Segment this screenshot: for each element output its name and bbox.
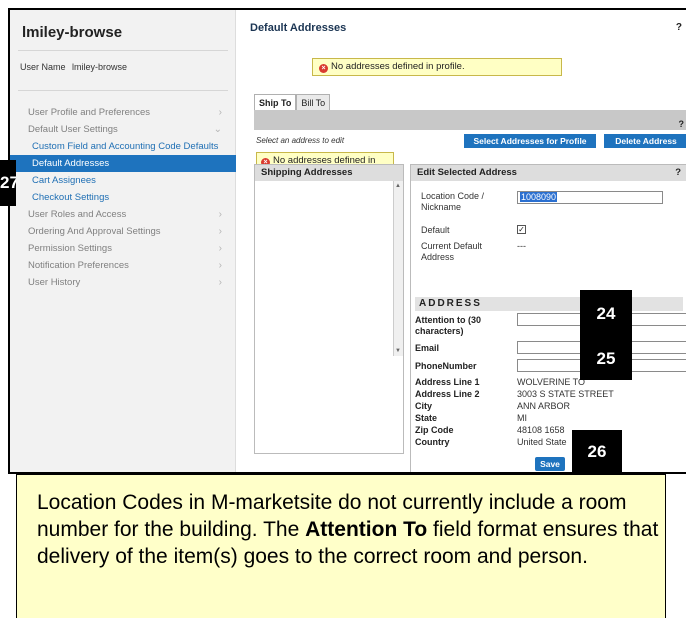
address-line1-value: WOLVERINE TO <box>517 377 586 387</box>
shipping-addresses-panel: Shipping Addresses ▲ ▼ <box>254 164 404 454</box>
chevron-right-icon: › <box>218 260 222 271</box>
scroll-down-icon[interactable]: ▼ <box>395 348 401 354</box>
step-marker-27: 27 <box>0 160 16 206</box>
sidebar-item-label: User Profile and Preferences <box>28 107 150 118</box>
state-value: MI <box>517 413 527 423</box>
chevron-down-icon: ⌄ <box>213 124 222 135</box>
app-window: lmiley-browse User Name lmiley-browse Us… <box>8 8 686 474</box>
sidebar-item-checkout-settings[interactable]: Checkout Settings <box>10 189 236 206</box>
sidebar-item-label: Default Addresses <box>32 158 110 169</box>
save-button[interactable]: Save <box>535 457 565 471</box>
address-section-heading: ADDRESS <box>415 297 683 311</box>
tab-toolbar: ? <box>254 110 686 130</box>
user-name-value: lmiley-browse <box>72 62 128 72</box>
chevron-right-icon: › <box>218 277 222 288</box>
location-code-label: Location Code / Nickname <box>421 191 485 212</box>
select-hint: Select an address to edit <box>256 136 345 145</box>
default-label: Default <box>421 225 450 235</box>
callout-bold-text: Attention To <box>305 518 428 541</box>
sidebar-item-custom-field-defaults[interactable]: Custom Field and Accounting Code Default… <box>10 138 236 155</box>
sidebar-item-label: User History <box>28 277 81 288</box>
sidebar-item-default-addresses[interactable]: Default Addresses <box>10 155 236 172</box>
edit-address-header: Edit Selected Address ? <box>411 165 686 181</box>
chevron-right-icon: › <box>218 107 222 118</box>
sidebar-item-cart-assignees[interactable]: Cart Assignees <box>10 172 236 189</box>
page-title: Default Addresses <box>250 22 347 34</box>
address-line1-label: Address Line 1 <box>415 377 480 387</box>
sidebar-title: lmiley-browse <box>22 24 123 41</box>
city-value: ANN ARBOR <box>517 401 571 411</box>
chevron-right-icon: › <box>218 226 222 237</box>
country-value: United State <box>517 437 567 447</box>
error-icon: × <box>319 64 328 73</box>
step-marker-26: 26 <box>572 430 622 472</box>
help-icon[interactable]: ? <box>675 165 681 181</box>
location-code-field[interactable]: 1008090 <box>517 191 663 204</box>
sidebar-item-label: User Roles and Access <box>28 209 127 220</box>
phone-label: PhoneNumber <box>415 361 477 371</box>
zip-label: Zip Code <box>415 425 454 435</box>
tab-bill-to[interactable]: Bill To <box>296 94 331 111</box>
address-line2-value: 3003 S STATE STREET <box>517 389 614 399</box>
country-label: Country <box>415 437 450 447</box>
location-code-value: 1008090 <box>520 192 558 202</box>
edit-address-panel: Edit Selected Address ? Location Code / … <box>410 164 686 472</box>
list-scrollbar[interactable]: ▲ ▼ <box>393 181 403 356</box>
sidebar-item-default-user-settings[interactable]: Default User Settings ⌄ <box>10 121 236 138</box>
sidebar-item-label: Permission Settings <box>28 243 112 254</box>
sidebar-item-ordering-approval[interactable]: Ordering And Approval Settings › <box>10 223 236 240</box>
attention-label: Attention to (30 characters) <box>415 315 481 336</box>
message-text: No addresses defined in profile. <box>331 61 465 72</box>
zip-value: 48108 1658 <box>517 425 565 435</box>
main-panel: Default Addresses ? × No addresses define… <box>242 10 686 472</box>
help-icon[interactable]: ? <box>676 22 682 33</box>
sidebar-item-notification-preferences[interactable]: Notification Preferences › <box>10 257 236 274</box>
instruction-callout: Location Codes in M-marketsite do not cu… <box>16 474 666 618</box>
current-default-label: Current Default Address <box>421 241 483 262</box>
current-default-value: --- <box>517 241 526 251</box>
user-name-row: User Name lmiley-browse <box>20 62 127 72</box>
shipping-addresses-header: Shipping Addresses <box>255 165 403 181</box>
sidebar-item-label: Checkout Settings <box>32 192 110 203</box>
help-icon[interactable]: ? <box>679 119 685 129</box>
city-label: City <box>415 401 433 411</box>
sidebar-item-user-profile[interactable]: User Profile and Preferences › <box>10 104 236 121</box>
divider <box>18 50 228 51</box>
delete-address-button[interactable]: Delete Address <box>604 134 686 148</box>
edit-address-title: Edit Selected Address <box>417 167 517 178</box>
select-addresses-button[interactable]: Select Addresses for Profile <box>464 134 596 148</box>
sidebar-item-user-roles[interactable]: User Roles and Access › <box>10 206 236 223</box>
sidebar-nav: User Profile and Preferences › Default U… <box>10 104 236 291</box>
email-label: Email <box>415 343 440 353</box>
sidebar-item-permission-settings[interactable]: Permission Settings › <box>10 240 236 257</box>
sidebar-item-label: Notification Preferences <box>28 260 129 271</box>
tab-ship-to[interactable]: Ship To <box>254 94 297 111</box>
divider <box>18 90 228 91</box>
state-label: State <box>415 413 438 423</box>
step-marker-24: 24 <box>580 290 632 338</box>
no-address-message: × No addresses defined in profile. <box>312 58 562 76</box>
sidebar: lmiley-browse User Name lmiley-browse Us… <box>10 10 236 472</box>
default-checkbox[interactable]: ✓ <box>517 225 526 234</box>
scroll-up-icon[interactable]: ▲ <box>395 183 401 189</box>
sidebar-item-user-history[interactable]: User History › <box>10 274 236 291</box>
chevron-right-icon: › <box>218 243 222 254</box>
sidebar-item-label: Ordering And Approval Settings <box>28 226 161 237</box>
step-marker-25: 25 <box>580 338 632 380</box>
address-line2-label: Address Line 2 <box>415 389 480 399</box>
chevron-right-icon: › <box>218 209 222 220</box>
sidebar-item-label: Default User Settings <box>28 124 118 135</box>
user-name-label: User Name <box>20 62 66 72</box>
sidebar-item-label: Cart Assignees <box>32 175 96 186</box>
sidebar-item-label: Custom Field and Accounting Code Default… <box>32 141 219 152</box>
